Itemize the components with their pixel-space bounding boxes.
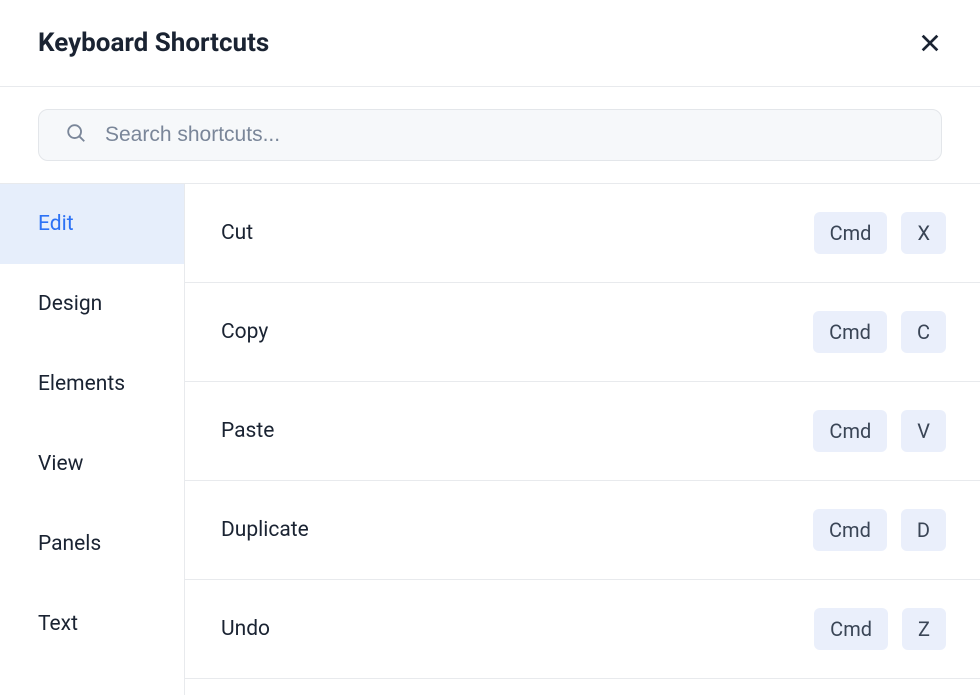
key-badge: D	[901, 509, 946, 551]
tab-text[interactable]: Text	[0, 584, 184, 664]
search-container	[0, 87, 980, 184]
tab-view[interactable]: View	[0, 424, 184, 504]
shortcut-keys: Cmd Z	[814, 608, 946, 650]
tab-edit[interactable]: Edit	[0, 184, 184, 264]
sidebar: Edit Design Elements View Panels Text	[0, 184, 185, 695]
shortcut-row: Paste Cmd V	[185, 382, 980, 481]
key-badge: Z	[902, 608, 946, 650]
key-badge: Cmd	[813, 410, 887, 452]
key-badge: Cmd	[814, 212, 888, 254]
shortcut-label: Copy	[221, 320, 268, 344]
search-icon	[65, 122, 87, 148]
shortcut-label: Paste	[221, 419, 274, 443]
key-badge: Cmd	[814, 608, 888, 650]
shortcut-list: Cut Cmd X Copy Cmd C Paste Cmd V Duplica…	[185, 184, 980, 695]
tab-design[interactable]: Design	[0, 264, 184, 344]
tab-panels[interactable]: Panels	[0, 504, 184, 584]
key-badge: X	[901, 212, 946, 254]
shortcut-label: Cut	[221, 221, 253, 245]
shortcut-label: Duplicate	[221, 518, 309, 542]
shortcut-keys: Cmd C	[813, 311, 946, 353]
close-icon[interactable]	[918, 31, 942, 55]
shortcut-row: Copy Cmd C	[185, 283, 980, 382]
shortcut-row: Duplicate Cmd D	[185, 481, 980, 580]
key-badge: Cmd	[813, 311, 887, 353]
shortcut-keys: Cmd V	[813, 410, 946, 452]
tab-elements[interactable]: Elements	[0, 344, 184, 424]
shortcut-row: Cut Cmd X	[185, 184, 980, 283]
key-badge: V	[901, 410, 946, 452]
key-badge: Cmd	[813, 509, 887, 551]
search-input[interactable]	[105, 123, 915, 147]
dialog-header: Keyboard Shortcuts	[0, 0, 980, 87]
shortcut-label: Undo	[221, 617, 270, 641]
key-badge: C	[901, 311, 946, 353]
dialog-body: Edit Design Elements View Panels Text Cu…	[0, 184, 980, 695]
search-box[interactable]	[38, 109, 942, 161]
dialog-title: Keyboard Shortcuts	[38, 28, 269, 58]
shortcut-keys: Cmd D	[813, 509, 946, 551]
shortcut-keys: Cmd X	[814, 212, 946, 254]
shortcut-row: Undo Cmd Z	[185, 580, 980, 679]
